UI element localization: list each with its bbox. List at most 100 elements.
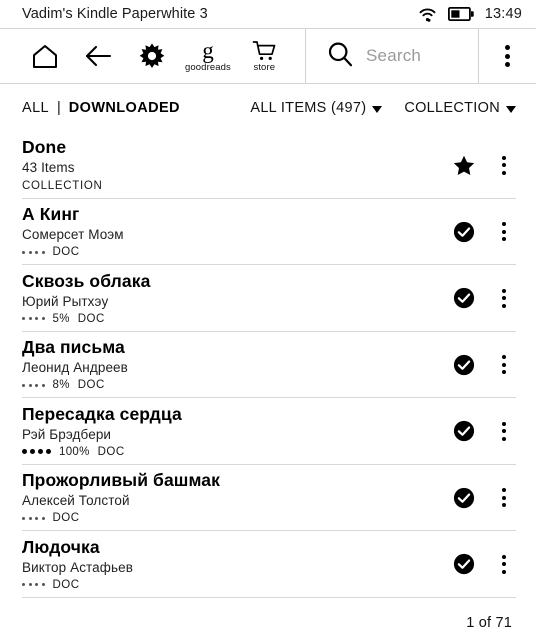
status-bar: Vadim's Kindle Paperwhite 3 13:49 — [0, 0, 536, 28]
book-row[interactable]: А Кинг Сомерсет Моэм DOC — [0, 199, 536, 266]
battery-icon[interactable] — [447, 7, 474, 21]
row-author: Алексей Толстой — [22, 493, 130, 509]
all-items-dropdown-label: ALL ITEMS (497) — [250, 100, 367, 116]
goodreads-icon: g — [202, 37, 214, 63]
check-circle-icon — [453, 221, 475, 243]
star-icon — [453, 155, 475, 176]
downloaded-status-button[interactable] — [442, 287, 486, 309]
row-author: Виктор Астафьев — [22, 559, 134, 575]
row-title: А Кинг — [22, 204, 80, 225]
book-row[interactable]: Пересадка сердца Рэй Брэдбери 100% DOC — [0, 398, 536, 465]
kebab-menu-icon — [502, 355, 506, 375]
row-content: Людочка Виктор Астафьев DOC — [22, 537, 442, 592]
library-list: Done 43 Items COLLECTION А Кинг Сомерсет Моэ… — [0, 132, 536, 608]
row-title: Прожорливый башмак — [22, 470, 220, 491]
row-overflow-button[interactable] — [486, 288, 522, 308]
row-overflow-button[interactable] — [486, 155, 522, 175]
reading-progress-percent: 8% — [52, 379, 70, 392]
chevron-down-icon — [506, 105, 516, 113]
kebab-menu-icon — [505, 45, 510, 67]
filter-separator: | — [57, 100, 61, 116]
row-title: Два письма — [22, 337, 125, 358]
row-title: Людочка — [22, 536, 100, 557]
format-badge: DOC — [97, 445, 125, 458]
search-bar[interactable]: Search — [306, 29, 479, 83]
view-filter-group: ALL ITEMS (497) COLLECTION — [250, 100, 516, 116]
page-indicator: 1 of 71 — [466, 615, 512, 631]
kebab-menu-icon — [502, 288, 506, 308]
book-row[interactable]: Два письма Леонид Андреев 8% DOC — [0, 332, 536, 399]
settings-button[interactable] — [132, 29, 172, 83]
reading-progress-dots — [22, 583, 45, 587]
row-author: Рэй Брэдбери — [22, 426, 112, 442]
back-button[interactable] — [78, 29, 118, 83]
reading-progress-dots — [22, 317, 45, 321]
row-meta: DOC — [22, 578, 442, 592]
row-content: Done 43 Items COLLECTION — [22, 137, 442, 194]
row-meta: 100% DOC — [22, 445, 442, 459]
format-badge: DOC — [52, 578, 80, 591]
kebab-menu-icon — [502, 222, 506, 242]
format-badge: DOC — [77, 379, 105, 392]
row-author: Леонид Андреев — [22, 360, 128, 376]
filter-downloaded[interactable]: DOWNLOADED — [69, 100, 180, 116]
row-title: Done — [22, 136, 67, 157]
row-author: Юрий Рытхэу — [22, 293, 109, 309]
book-row[interactable]: Людочка Виктор Астафьев DOC — [0, 531, 536, 598]
row-content: Пересадка сердца Рэй Брэдбери 100% DOC — [22, 404, 442, 459]
row-meta: DOC — [22, 511, 442, 525]
row-content: А Кинг Сомерсет Моэм DOC — [22, 204, 442, 259]
home-button[interactable] — [25, 29, 65, 83]
footer: 1 of 71 — [0, 608, 536, 642]
back-arrow-icon — [83, 43, 113, 69]
row-actions — [442, 487, 522, 509]
kebab-menu-icon — [502, 554, 506, 574]
toolbar-overflow-button[interactable] — [479, 29, 536, 83]
row-meta: 5% DOC — [22, 312, 442, 326]
row-actions — [442, 354, 522, 376]
source-filter-group: ALL | DOWNLOADED — [22, 100, 180, 116]
collection-dropdown[interactable]: COLLECTION — [404, 100, 516, 116]
all-items-dropdown[interactable]: ALL ITEMS (497) — [250, 100, 383, 116]
row-content: Два письма Леонид Андреев 8% DOC — [22, 337, 442, 392]
downloaded-status-button[interactable] — [442, 221, 486, 243]
downloaded-status-button[interactable] — [442, 487, 486, 509]
downloaded-status-button[interactable] — [442, 354, 486, 376]
book-row[interactable]: Прожорливый башмак Алексей Толстой DOC — [0, 465, 536, 532]
shopping-cart-icon — [251, 40, 277, 62]
row-actions — [442, 553, 522, 575]
format-badge: DOC — [52, 512, 80, 525]
wifi-icon[interactable] — [418, 7, 437, 22]
row-overflow-button[interactable] — [486, 355, 522, 375]
check-circle-icon — [453, 420, 475, 442]
search-input[interactable]: Search — [366, 46, 421, 66]
store-label: store — [253, 61, 276, 73]
row-title: Сквозь облака — [22, 270, 151, 291]
row-overflow-button[interactable] — [486, 488, 522, 508]
row-meta: 8% DOC — [22, 378, 442, 392]
collection-row[interactable]: Done 43 Items COLLECTION — [0, 132, 536, 199]
row-content: Прожорливый башмак Алексей Толстой DOC — [22, 470, 442, 525]
row-content: Сквозь облака Юрий Рытхэу 5% DOC — [22, 271, 442, 326]
row-actions — [442, 420, 522, 442]
format-badge: DOC — [77, 312, 105, 325]
downloaded-status-button[interactable] — [442, 420, 486, 442]
book-row[interactable]: Сквозь облака Юрий Рытхэу 5% DOC — [0, 265, 536, 332]
check-circle-icon — [453, 487, 475, 509]
kindle-screen: Vadim's Kindle Paperwhite 3 13:49 g good… — [0, 0, 536, 642]
downloaded-status-button[interactable] — [442, 553, 486, 575]
reading-progress-dots — [22, 250, 45, 254]
goodreads-button[interactable]: g goodreads — [185, 29, 231, 83]
store-button[interactable]: store — [244, 29, 284, 83]
favorite-star-button[interactable] — [442, 155, 486, 176]
filter-all[interactable]: ALL — [22, 100, 49, 116]
row-overflow-button[interactable] — [486, 222, 522, 242]
row-overflow-button[interactable] — [486, 554, 522, 574]
check-circle-icon — [453, 287, 475, 309]
row-actions — [442, 221, 522, 243]
reading-progress-dots — [22, 449, 51, 455]
reading-progress-dots — [22, 383, 45, 387]
row-meta: DOC — [22, 245, 442, 259]
home-icon — [30, 43, 60, 69]
row-overflow-button[interactable] — [486, 421, 522, 441]
